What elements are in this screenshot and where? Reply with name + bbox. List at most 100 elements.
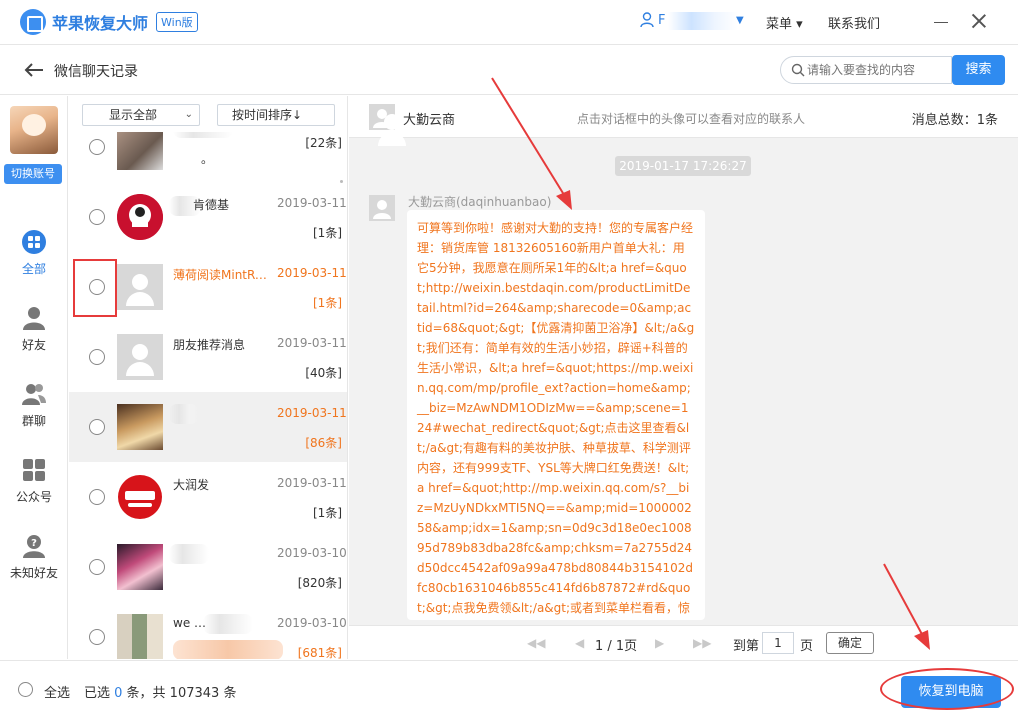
app-window: 苹果恢复大师 Win版 F ▼ 菜单 ▾ 联系我们 微信聊天记录 搜索 切换 — [0, 0, 1018, 712]
conversation-date: 2019-03-11 — [277, 266, 347, 280]
sort-dropdown[interactable]: 按时间排序↓ — [217, 104, 335, 126]
conversation-date: 2019-03-11 — [277, 476, 347, 490]
account-avatar — [10, 106, 58, 154]
select-all-radio[interactable] — [18, 682, 33, 697]
user-icon[interactable] — [640, 12, 654, 28]
page-unit-label: 页 — [800, 639, 814, 654]
message-count: [1条] — [313, 506, 342, 520]
unknown-person-icon: ? — [23, 535, 45, 558]
chat-panel: 大勤云商 点击对话框中的头像可以查看对应的联系人 消息总数：1条 2019-01… — [349, 96, 1018, 659]
name-blurred — [169, 404, 199, 424]
grid-icon — [22, 230, 46, 254]
sidebar-item-unknown-friends[interactable]: ? 未知好友 — [0, 534, 68, 594]
list-item[interactable]: 朋友推荐消息 2019-03-11 [40条] — [69, 322, 347, 392]
confirm-page-button[interactable]: 确定 — [826, 632, 874, 654]
app-name: 苹果恢复大师 — [52, 14, 149, 33]
sort-label: 按时间排序↓ — [232, 108, 303, 122]
annotation-highlight-ellipse — [880, 668, 1014, 710]
conversation-date: 2019-03-10 — [277, 616, 347, 630]
app-logo-icon — [20, 9, 46, 35]
show-filter-dropdown[interactable]: 显示全部 ⌄ — [82, 104, 200, 126]
select-radio[interactable] — [89, 559, 105, 575]
search-button[interactable]: 搜索 — [952, 55, 1005, 85]
search-input[interactable] — [807, 61, 947, 79]
close-icon[interactable] — [972, 14, 986, 28]
select-radio[interactable] — [89, 209, 105, 225]
conversation-name: 大润发 — [173, 478, 210, 492]
chat-tip: 点击对话框中的头像可以查看对应的联系人 — [577, 112, 806, 126]
list-item[interactable]: 大润发 2019-03-11 [1条] — [69, 462, 347, 532]
first-page-icon[interactable]: ◀◀ — [527, 636, 545, 650]
name-blurred — [169, 544, 209, 564]
sidebar-item-official-accounts[interactable]: 公众号 — [0, 458, 68, 518]
message-count: [1条] — [313, 226, 342, 240]
conversation-date: 2019-03-11 — [277, 336, 347, 350]
chat-contact-avatar[interactable] — [369, 104, 406, 146]
back-arrow-icon[interactable] — [24, 63, 44, 77]
conversation-name: 薄荷阅读MintRe... — [173, 268, 273, 282]
message-total: 消息总数：1条 — [911, 113, 998, 128]
sidebar-item-label: 未知好友 — [9, 566, 58, 580]
search-box[interactable] — [780, 56, 952, 84]
rt-mart-avatar — [117, 474, 163, 520]
message-count: [1条] — [313, 296, 342, 310]
chevron-down-icon: ⌄ — [184, 109, 193, 120]
sidebar-item-all[interactable]: 全部 — [0, 230, 68, 290]
message-timestamp: 2019-01-17 17:26:27 — [615, 156, 751, 176]
sidebar-item-label: 全部 — [21, 262, 46, 276]
list-item[interactable]: we are 2019-03-10 [681条] — [69, 602, 347, 659]
contact-us-button[interactable]: 联系我们 — [828, 13, 880, 32]
kfc-avatar — [117, 194, 163, 240]
message-sender: 大勤云商(daqinhuanbao) — [408, 195, 552, 209]
select-radio[interactable] — [89, 419, 105, 435]
chat-contact-name: 大勤云商 — [403, 113, 456, 128]
select-radio[interactable] — [89, 139, 105, 155]
subtext-blurred — [173, 640, 283, 659]
contact-avatar — [117, 614, 163, 659]
sidebar-item-groups[interactable]: 群聊 — [0, 382, 68, 442]
conversation-date: 2019-03-10 — [277, 546, 347, 560]
title-bar: 苹果恢复大师 Win版 F ▼ 菜单 ▾ 联系我们 — [0, 0, 1018, 45]
user-name[interactable]: F — [658, 13, 665, 28]
default-avatar — [117, 334, 163, 380]
kfc-logo-icon — [117, 194, 163, 240]
select-radio[interactable] — [89, 629, 105, 645]
sidebar-item-label: 公众号 — [15, 490, 52, 504]
annotation-highlight-box — [73, 259, 117, 317]
conversation-list: 显示全部 ⌄ 按时间排序↓ 。 2019-03-11 [22条] — [69, 96, 348, 659]
next-page-icon[interactable]: ▶ — [655, 636, 664, 650]
list-item[interactable]: 肯德基 2019-03-11 [1条] — [69, 182, 347, 252]
bottom-bar: 全选 已选 0 条，共 107343 条 恢复到电脑 — [0, 660, 1018, 712]
sender-avatar[interactable] — [369, 195, 395, 221]
apps-icon — [23, 459, 45, 481]
name-blurred — [203, 614, 253, 634]
list-item[interactable]: 2019-03-11 [86条] — [69, 392, 347, 462]
filter-bar: 显示全部 ⌄ 按时间排序↓ — [69, 96, 347, 132]
user-name-blurred — [668, 12, 738, 30]
message-count: [681条] — [297, 646, 342, 659]
select-radio[interactable] — [89, 489, 105, 505]
sidebar-item-friends[interactable]: 好友 — [0, 306, 68, 366]
minimize-icon[interactable] — [934, 22, 948, 23]
select-all-label[interactable]: 全选 — [44, 682, 70, 701]
switch-account-button[interactable]: 切换账号 — [4, 164, 62, 184]
conversation-name: we are — [173, 616, 207, 630]
menu-button[interactable]: 菜单 ▾ — [766, 13, 803, 32]
message-bubble: 可算等到你啦！感谢对大勤的支持！您的专属客户经理：销货库管 1813260516… — [407, 210, 705, 620]
prev-page-icon[interactable]: ◀ — [575, 636, 584, 650]
person-icon — [23, 307, 45, 330]
chat-header: 大勤云商 点击对话框中的头像可以查看对应的联系人 消息总数：1条 — [349, 96, 1018, 146]
pagination: ◀◀ ◀ 1 / 1页 ▶ ▶▶ 到第 1 页 确定 — [349, 625, 1018, 659]
page-number-input[interactable]: 1 — [762, 632, 794, 654]
nav-bar: 微信聊天记录 搜索 — [0, 45, 1018, 95]
last-page-icon[interactable]: ▶▶ — [693, 636, 711, 650]
select-radio[interactable] — [89, 349, 105, 365]
goto-label: 到第 — [733, 639, 760, 654]
summary-prefix: 已选 — [84, 686, 115, 701]
person-icon — [373, 200, 391, 219]
win-badge: Win版 — [156, 12, 198, 32]
chevron-down-icon[interactable]: ▼ — [736, 15, 744, 26]
conversation-name: 朋友推荐消息 — [173, 338, 246, 352]
list-item[interactable]: 2019-03-10 [820条] — [69, 532, 347, 602]
contact-avatar — [117, 544, 163, 590]
